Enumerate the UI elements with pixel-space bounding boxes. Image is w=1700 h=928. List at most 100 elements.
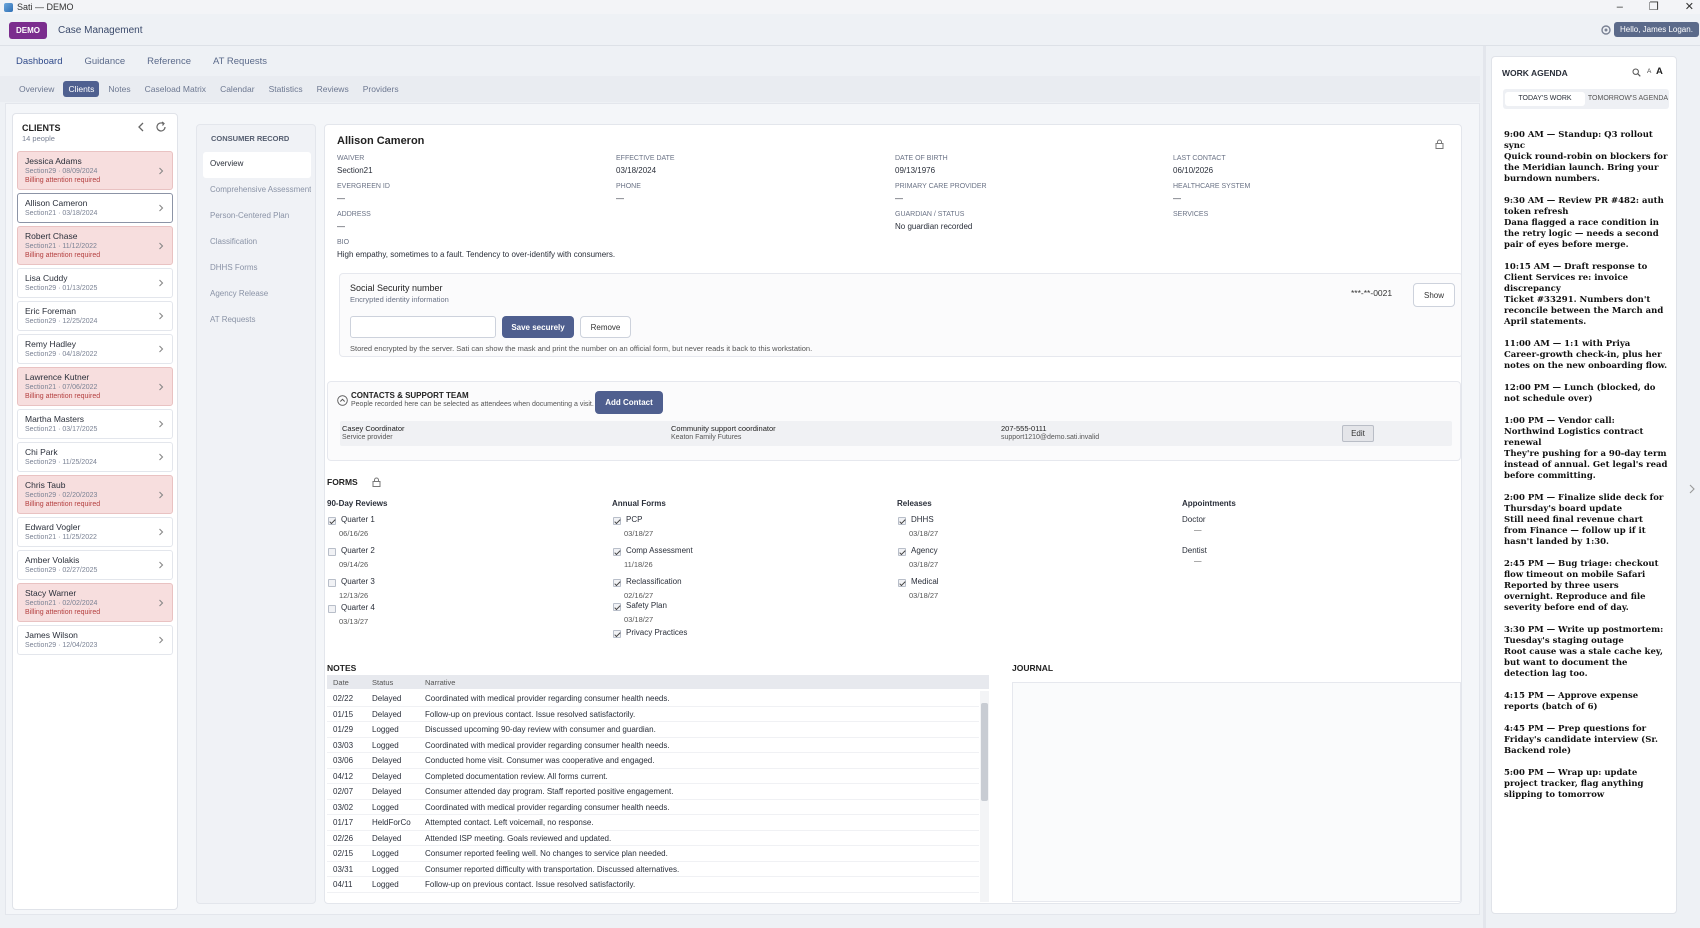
agenda-entry[interactable]: 10:15 AM — Draft response to Client Serv… [1504,262,1668,328]
agenda-entry[interactable]: 11:00 AM — 1:1 with Priya Career-growth … [1504,339,1668,372]
user-greeting[interactable]: Hello, James Logan. [1614,22,1699,37]
col-narrative[interactable]: Narrative [425,678,455,687]
client-item[interactable]: Lawrence Kutner Section21 · 07/06/2022 Bil… [17,367,173,406]
agenda-entry[interactable]: 3:30 PM — Write up postmortem: Tuesday's… [1504,625,1668,680]
tab-notes[interactable]: Notes [103,81,135,97]
record-nav-dhhs-forms[interactable]: DHHS Forms [203,256,311,282]
note-row[interactable]: 02/15 Logged Consumer reported feeling wel… [327,846,979,862]
tab-caseload-matrix[interactable]: Caseload Matrix [140,81,211,97]
show-ssn-button[interactable]: Show [1413,283,1455,307]
ssn-input[interactable] [350,316,496,338]
note-row[interactable]: 03/02 Logged Coordinated with medical prov… [327,800,979,815]
agenda-entry[interactable]: 1:00 PM — Vendor call: Northwind Logisti… [1504,416,1668,482]
safety-plan-checkbox[interactable] [613,603,621,611]
client-item[interactable]: Remy Hadley Section29 · 04/18/2022 [17,334,173,364]
quarter-1-checkbox[interactable] [328,517,336,525]
agenda-entry[interactable]: 4:15 PM — Approve expense reports (batch… [1504,691,1668,713]
tab-overview[interactable]: Overview [14,81,59,97]
agenda-entry[interactable]: 2:45 PM — Bug triage: checkout flow time… [1504,559,1668,614]
client-item[interactable]: Amber Volakis Section29 · 02/27/2025 [17,550,173,580]
medical-release-checkbox[interactable] [898,579,906,587]
quarter-2-checkbox[interactable] [328,548,336,556]
minimize-button[interactable]: – [1617,0,1623,14]
agenda-entry[interactable]: 9:00 AM — Standup: Q3 rollout sync Quick… [1504,130,1668,185]
chevron-right-icon[interactable] [1688,484,1696,494]
tab-calendar[interactable]: Calendar [215,81,260,97]
edit-contact-button[interactable]: Edit [1342,425,1374,442]
lock-icon[interactable] [372,477,381,487]
record-nav-overview[interactable]: Overview [203,152,311,178]
privacy-practices-checkbox[interactable] [613,630,621,638]
remove-ssn-button[interactable]: Remove [580,316,631,338]
note-row[interactable]: 02/22 Delayed Coordinated with medical pro… [327,691,979,707]
settings-gear-icon[interactable] [1600,24,1612,36]
note-row[interactable]: 03/31 Logged Consumer reported difficulty … [327,862,979,877]
client-item[interactable]: Jessica Adams Section29 · 08/09/2024 Billi… [17,151,173,190]
note-row[interactable]: 04/11 Logged Follow-up on previous contact… [327,877,979,893]
nav-guidance[interactable]: Guidance [84,56,125,67]
scrollbar-thumb[interactable] [981,703,988,801]
note-row[interactable]: 03/03 Logged Coordinated with medical prov… [327,738,979,753]
client-item[interactable]: Edward Vogler Section21 · 11/25/2022 [17,517,173,547]
search-icon[interactable] [1632,68,1641,77]
agenda-entry[interactable]: 12:00 PM — Lunch (blocked, do not schedu… [1504,383,1668,405]
chevron-left-icon[interactable] [135,121,147,133]
record-nav-comprehensive-assessment[interactable]: Comprehensive Assessment [203,178,311,204]
close-button[interactable]: ✕ [1685,0,1694,14]
client-item[interactable]: Chris Taub Section29 · 02/20/2023 Billing … [17,475,173,514]
tab-tomorrows-agenda[interactable]: TOMORROW'S AGENDA [1587,92,1669,106]
record-nav-agency-release[interactable]: Agency Release [203,282,311,308]
tab-todays-work[interactable]: TODAY'S WORK [1505,92,1585,106]
col-status[interactable]: Status [372,678,393,687]
agenda-entry[interactable]: 4:45 PM — Prep questions for Friday's ca… [1504,724,1668,757]
dhhs-release-checkbox[interactable] [898,517,906,525]
journal-area[interactable] [1012,682,1461,902]
client-item[interactable]: Lisa Cuddy Section29 · 01/13/2025 [17,268,173,298]
nav-at-requests[interactable]: AT Requests [213,56,267,67]
client-item[interactable]: Eric Foreman Section29 · 12/25/2024 [17,301,173,331]
quarter-3-checkbox[interactable] [328,579,336,587]
col-date[interactable]: Date [333,678,349,687]
nav-dashboard[interactable]: Dashboard [16,56,62,67]
quarter-4-checkbox[interactable] [328,605,336,613]
refresh-icon[interactable] [155,121,167,133]
client-item[interactable]: Chi Park Section29 · 11/25/2024 [17,442,173,472]
nav-reference[interactable]: Reference [147,56,191,67]
add-contact-button[interactable]: Add Contact [595,391,663,414]
note-row[interactable]: 03/06 Delayed Conducted home visit. Consum… [327,753,979,769]
note-row[interactable]: 01/15 Delayed Follow-up on previous contac… [327,707,979,722]
tab-providers[interactable]: Providers [358,81,404,97]
maximize-button[interactable]: ❐ [1649,0,1659,14]
note-row[interactable]: 01/17 HeldForCo Attempted contact. Left vo… [327,815,979,831]
record-nav: CONSUMER RECORD Overview Comprehensive A… [196,124,316,904]
agency-release-checkbox[interactable] [898,548,906,556]
note-row[interactable]: 02/26 Delayed Attended ISP meeting. Goals … [327,831,979,846]
agenda-entry[interactable]: 5:00 PM — Wrap up: update project tracke… [1504,768,1668,801]
pane-divider[interactable] [1483,46,1486,928]
agenda-entry[interactable]: 9:30 AM — Review PR #482: auth token ref… [1504,196,1668,251]
client-item[interactable]: Allison Cameron Section21 · 03/18/2024 [17,193,173,223]
client-item[interactable]: Stacy Warner Section21 · 02/02/2024 Billin… [17,583,173,622]
client-item[interactable]: Robert Chase Section21 · 11/12/2022 Billin… [17,226,173,265]
reclassification-checkbox[interactable] [613,579,621,587]
tab-statistics[interactable]: Statistics [264,81,308,97]
note-row[interactable]: 01/29 Logged Discussed upcoming 90-day rev… [327,722,979,738]
client-item[interactable]: James Wilson Section29 · 12/04/2023 [17,625,173,655]
font-decrease-button[interactable]: A [1647,68,1651,75]
record-nav-person-centered-plan[interactable]: Person-Centered Plan [203,204,311,230]
agenda-entry[interactable]: 2:00 PM — Finalize slide deck for Thursd… [1504,493,1668,548]
record-nav-classification[interactable]: Classification [203,230,311,256]
note-row[interactable]: 04/12 Delayed Completed documentation revi… [327,769,979,784]
pcp-checkbox[interactable] [613,517,621,525]
client-item[interactable]: Martha Masters Section21 · 03/17/2025 [17,409,173,439]
notes-scrollbar[interactable] [980,691,989,902]
collapse-icon[interactable] [337,395,348,406]
tab-reviews[interactable]: Reviews [312,81,354,97]
comp-assessment-checkbox[interactable] [613,548,621,556]
font-increase-button[interactable]: A [1656,66,1663,77]
note-row[interactable]: 02/07 Delayed Consumer attended day progra… [327,784,979,800]
record-nav-at-requests[interactable]: AT Requests [203,308,311,334]
tab-clients[interactable]: Clients [63,81,100,97]
lock-icon[interactable] [1435,139,1444,149]
save-securely-button[interactable]: Save securely [502,316,574,338]
